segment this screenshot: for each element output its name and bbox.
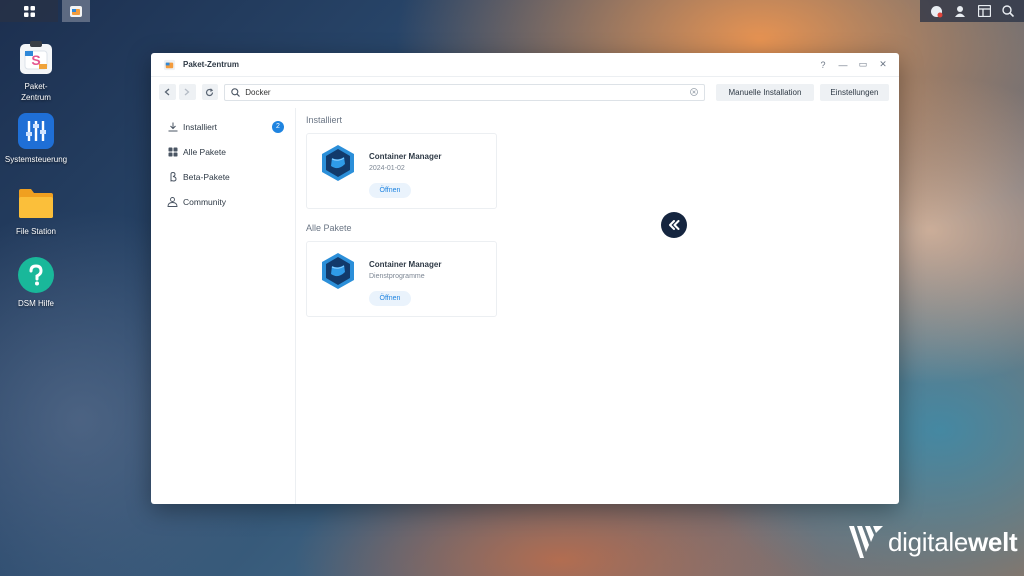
forward-button[interactable]: [178, 84, 196, 100]
package-date: 2024-01-02: [369, 165, 405, 172]
toolbar: Manuelle Installation Einstellungen: [151, 77, 899, 107]
minimize-button[interactable]: —: [835, 57, 851, 73]
user-icon[interactable]: [952, 3, 968, 19]
desktop-icon-control-panel[interactable]: Systemsteuerung: [0, 113, 72, 165]
refresh-button[interactable]: [201, 84, 219, 100]
system-tray: [920, 0, 1024, 22]
desktop-icon-label: File Station: [15, 227, 57, 236]
main-menu-button[interactable]: [0, 0, 58, 22]
open-button[interactable]: Öffnen: [369, 183, 411, 198]
back-button[interactable]: [159, 84, 176, 100]
grid-icon: [167, 146, 178, 157]
notifications-icon[interactable]: [928, 3, 944, 19]
double-chevron-left-icon: [669, 220, 680, 230]
package-center-window: Paket-Zentrum ? — ▭ ✕ Manuelle Installat…: [151, 53, 899, 504]
watermark-text-bold: welt: [968, 526, 1018, 557]
sidebar-item-label: Installiert: [183, 121, 218, 132]
window-titlebar[interactable]: Paket-Zentrum ? — ▭ ✕: [151, 53, 899, 77]
window-controls: ? — ▭ ✕: [815, 57, 899, 73]
package-name: Container Manager: [369, 260, 442, 269]
sidebar-item-community[interactable]: Community: [151, 189, 295, 214]
desktop-icon-label: Systemsteuerung: [4, 155, 68, 164]
desktop-icon-dsm-help[interactable]: DSM Hilfe: [0, 257, 72, 309]
chevron-right-icon: [184, 88, 190, 96]
settings-button[interactable]: Einstellungen: [819, 83, 890, 101]
search-icon: [231, 87, 241, 97]
taskbar-package-center[interactable]: [62, 0, 90, 22]
section-title-all-packages: Alle Pakete: [306, 223, 352, 233]
search-box[interactable]: [224, 83, 706, 101]
installed-count-badge: 2: [272, 120, 284, 133]
download-icon: [167, 121, 178, 132]
beta-icon: [167, 171, 178, 182]
watermark-text-light: digitale: [888, 526, 968, 557]
maximize-button[interactable]: ▭: [855, 57, 871, 73]
sidebar: Installiert 2 Alle Pakete Beta-Pakete Co…: [151, 108, 296, 504]
sidebar-item-label: Community: [183, 196, 226, 207]
clear-search-icon[interactable]: [690, 88, 698, 96]
open-button[interactable]: Öffnen: [369, 291, 411, 306]
container-manager-icon: [322, 145, 354, 181]
sidebar-item-beta-packages[interactable]: Beta-Pakete: [151, 164, 295, 189]
package-center-icon: [70, 6, 82, 17]
package-category: Dienstprogramme: [369, 273, 425, 280]
taskbar-left: [0, 0, 90, 22]
desktop-icon-package-center[interactable]: S Paket- Zentrum: [0, 40, 72, 103]
desktop-icon-label: Zentrum: [21, 93, 51, 102]
manual-install-button[interactable]: Manuelle Installation: [716, 83, 814, 101]
help-button[interactable]: ?: [815, 57, 831, 73]
help-icon: [18, 257, 54, 293]
package-center-icon: [163, 59, 176, 71]
package-card-all[interactable]: Container Manager Dienstprogramme Öffnen: [306, 241, 497, 317]
grid-icon: [23, 5, 35, 17]
refresh-icon: [206, 87, 214, 96]
section-title-installed: Installiert: [306, 115, 343, 125]
sidebar-item-label: Beta-Pakete: [183, 171, 230, 182]
package-card-installed[interactable]: Container Manager 2024-01-02 Öffnen: [306, 133, 497, 209]
search-input[interactable]: [245, 87, 691, 97]
folder-icon: [18, 185, 54, 221]
digitalewelt-watermark: digitalewelt: [848, 525, 1018, 559]
container-manager-icon: [322, 253, 354, 289]
desktop-icon-label: Paket-: [24, 82, 48, 91]
control-panel-icon: [18, 113, 54, 149]
widgets-icon[interactable]: [976, 3, 992, 19]
package-center-icon: S: [18, 40, 54, 76]
search-icon[interactable]: [1000, 3, 1016, 19]
main-panel: Installiert Container Manager 2024-01-02…: [296, 108, 899, 504]
package-name: Container Manager: [369, 152, 442, 161]
community-icon: [167, 196, 178, 207]
sidebar-item-label: Alle Pakete: [183, 146, 226, 157]
desktop-icon-file-station[interactable]: File Station: [0, 185, 72, 237]
sidebar-item-all-packages[interactable]: Alle Pakete: [151, 139, 295, 164]
desktop-icon-label: DSM Hilfe: [17, 299, 54, 308]
window-content: Installiert 2 Alle Pakete Beta-Pakete Co…: [151, 108, 899, 504]
close-button[interactable]: ✕: [875, 57, 891, 73]
collapse-button[interactable]: [661, 212, 687, 238]
digitalewelt-logo-icon: [849, 526, 883, 558]
window-title: Paket-Zentrum: [183, 60, 240, 69]
sidebar-item-installed[interactable]: Installiert 2: [151, 114, 295, 139]
chevron-left-icon: [164, 88, 170, 96]
